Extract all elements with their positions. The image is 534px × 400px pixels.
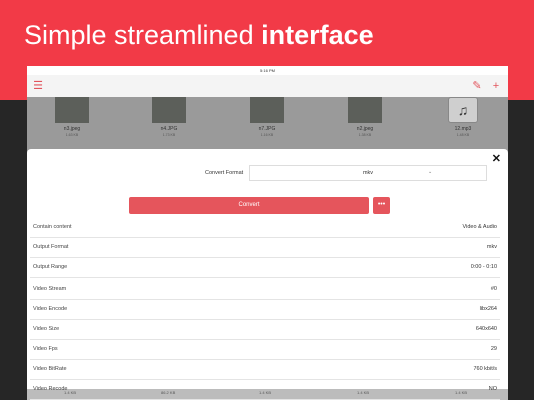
- info-row: Video Stream #0: [30, 280, 500, 300]
- info-value: libx264: [479, 306, 497, 312]
- convert-format-value: mkv: [362, 170, 374, 176]
- file-item[interactable]: n4.JPG 1.73 KB: [149, 97, 189, 137]
- file-size: 1.38 KB: [358, 133, 372, 137]
- file-name: 12.mp3: [454, 126, 472, 132]
- info-value: 29: [490, 346, 497, 352]
- file-size: 1.48 KB: [456, 133, 470, 137]
- info-key: Video Encode: [33, 306, 68, 312]
- file-size: 1.63 KB: [65, 133, 79, 137]
- info-key: Video Recode: [33, 386, 68, 392]
- convert-format-label: Convert Format: [205, 170, 244, 176]
- info-key: Video Fps: [33, 346, 58, 352]
- info-value: mkv: [486, 244, 497, 250]
- file-thumbnail: [152, 97, 186, 123]
- info-key: Output Range: [33, 264, 68, 270]
- file-name: n4.JPG: [160, 126, 178, 132]
- edit-icon[interactable]: ✎: [470, 79, 484, 93]
- info-value: 640x640: [475, 326, 497, 332]
- file-item[interactable]: n2.jpeg 1.38 KB: [345, 97, 385, 137]
- music-note-icon: ♫: [448, 97, 478, 123]
- file-name: n2.jpeg: [356, 126, 374, 132]
- file-size: 1.73 KB: [162, 133, 176, 137]
- file-item[interactable]: ♫ 12.mp3 1.48 KB: [443, 97, 483, 137]
- info-key: Video Stream: [33, 286, 67, 292]
- status-bar: 5:16 PM: [27, 66, 508, 75]
- close-icon[interactable]: ✕: [492, 152, 501, 165]
- file-item[interactable]: n7.JPG 1.16 KB: [247, 97, 287, 137]
- info-row: Video Recode NO: [30, 380, 500, 400]
- info-row: Video Fps 29: [30, 340, 500, 360]
- more-options-button[interactable]: •••: [373, 197, 390, 214]
- file-thumbnail: [250, 97, 284, 123]
- info-value: 760 kbit/s: [473, 366, 497, 372]
- convert-button[interactable]: Convert: [129, 197, 369, 214]
- info-row: Output Format mkv: [30, 238, 500, 258]
- convert-format-select[interactable]: mkv ⌄: [249, 165, 487, 181]
- info-value: Video & Audio: [462, 224, 497, 230]
- info-key: Video Size: [33, 326, 60, 332]
- info-row: Output Range 0:00 - 0:10: [30, 258, 500, 278]
- info-row: Video BitRate 760 kbit/s: [30, 360, 500, 380]
- menu-icon[interactable]: ☰: [31, 79, 45, 93]
- file-name: n7.JPG: [258, 126, 276, 132]
- convert-sheet: ✕ Convert Format mkv ⌄ Convert ••• Conta…: [27, 149, 508, 400]
- file-thumbnail: [348, 97, 382, 123]
- info-key: Contain content: [33, 224, 72, 230]
- info-row: Video Encode libx264: [30, 300, 500, 320]
- info-value: NO: [488, 386, 497, 392]
- info-value: 0:00 - 0:10: [470, 264, 497, 270]
- info-key: Video BitRate: [33, 366, 67, 372]
- info-value: #0: [490, 286, 497, 292]
- file-thumbnail: [55, 97, 89, 123]
- headline-regular: Simple streamlined: [24, 20, 254, 50]
- file-size: 1.16 KB: [260, 133, 274, 137]
- info-key: Output Format: [33, 244, 69, 250]
- file-name: n3.jpeg: [63, 126, 81, 132]
- add-icon[interactable]: +: [489, 79, 503, 93]
- headline: Simple streamlined interface: [24, 20, 374, 51]
- headline-bold: interface: [261, 20, 374, 50]
- status-time: 5:16 PM: [260, 68, 275, 73]
- app-toolbar: ☰ ✎ +: [27, 75, 508, 97]
- info-row: Contain content Video & Audio: [30, 218, 500, 238]
- info-list: Contain content Video & Audio Output For…: [30, 218, 500, 400]
- file-item[interactable]: n3.jpeg 1.63 KB: [52, 97, 92, 137]
- chevron-down-icon: ⌄: [428, 169, 433, 175]
- info-row: Video Size 640x640: [30, 320, 500, 340]
